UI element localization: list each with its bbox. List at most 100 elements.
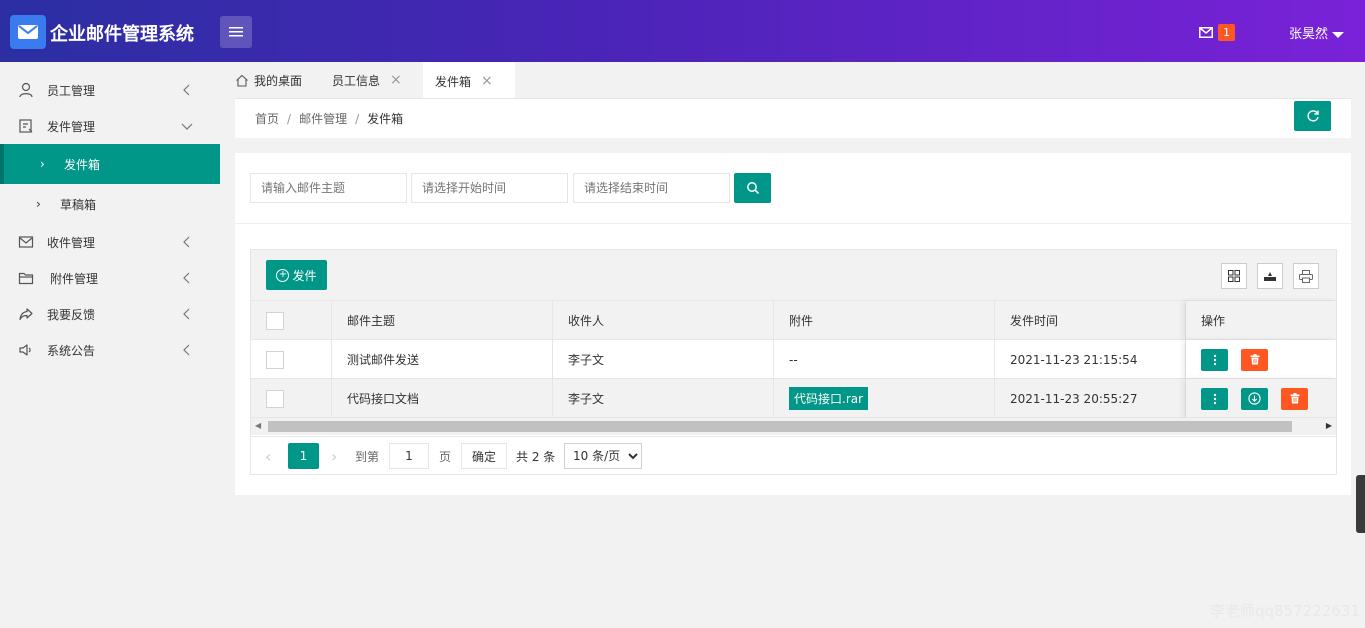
trash-icon [1250, 354, 1259, 365]
start-time-input[interactable] [411, 173, 568, 203]
chevron-right-icon: › [36, 197, 41, 211]
tab-staff-info[interactable]: 员工信息 × [320, 62, 414, 98]
send-time-cell: 2021-11-23 21:15:54 [995, 340, 1186, 379]
sidebar-item-label: 发件管理 [47, 119, 96, 134]
header-recipient[interactable]: 收件人 [553, 301, 774, 340]
folder-icon [18, 272, 34, 285]
detail-button[interactable] [1201, 348, 1228, 371]
export-icon [1264, 272, 1276, 281]
caret-down-icon [1332, 31, 1345, 38]
print-button[interactable] [1293, 263, 1319, 289]
confirm-wrap: 确定 [461, 443, 507, 469]
header-attachment[interactable]: 附件 [774, 301, 995, 340]
menu-toggle-button[interactable] [220, 16, 252, 48]
subject-cell: 代码接口文档 [332, 379, 553, 418]
page-1-button[interactable]: 1 [288, 443, 319, 469]
chevron-left-icon [183, 84, 190, 96]
side-scroll-widget[interactable] [1356, 475, 1365, 533]
chevron-left-icon [183, 272, 190, 284]
sidebar-subitem-outbox[interactable]: › 发件箱 [0, 144, 220, 184]
breadcrumb-separator: / [287, 112, 292, 126]
sidebar-item-feedback[interactable]: 我要反馈 [0, 296, 220, 332]
breadcrumb-section-link[interactable]: 邮件管理 [299, 112, 347, 126]
attachment-download-link[interactable]: 代码接口.rar [789, 387, 869, 410]
next-page-icon[interactable]: › [331, 443, 337, 469]
pagination: ‹ 1 › 到第 页 确定 共 2 条 10 条/页 20 条/页 30 条/页 [251, 436, 1336, 474]
detail-button[interactable] [1201, 387, 1228, 410]
user-menu[interactable]: 张昊然 [1289, 23, 1345, 42]
tab-label: 我的桌面 [254, 73, 303, 88]
user-name-label: 张昊然 [1289, 27, 1329, 42]
delete-button[interactable] [1281, 387, 1308, 410]
breadcrumb-home-link[interactable]: 首页 [255, 112, 279, 126]
subject-search-input[interactable] [250, 173, 407, 203]
scroll-right-arrow-icon[interactable]: ▶ [1326, 421, 1332, 430]
end-time-input[interactable] [573, 173, 730, 203]
subject-cell: 测试邮件发送 [332, 340, 553, 379]
envelope-icon [1199, 27, 1213, 38]
speaker-icon [19, 344, 31, 356]
row-checkbox[interactable] [266, 350, 284, 369]
close-icon[interactable]: × [390, 72, 402, 88]
table-header: 邮件主题 收件人 附件 发件时间 操作 [251, 301, 1336, 340]
breadcrumb: 首页 / 邮件管理 / 发件箱 [255, 110, 403, 127]
header-actions: 操作 [1186, 301, 1336, 340]
mail-notification-button[interactable]: 1 [1199, 24, 1235, 41]
export-button[interactable] [1257, 263, 1283, 289]
tab-bar: 我的桌面 员工信息 × 发件箱 × [220, 62, 1365, 98]
chevron-down-icon [181, 123, 193, 130]
home-icon [236, 74, 248, 87]
select-all-checkbox[interactable] [266, 311, 284, 330]
row-checkbox[interactable] [266, 389, 284, 408]
divider [235, 223, 1351, 224]
download-button[interactable] [1241, 387, 1268, 410]
sidebar-item-label: 收件管理 [47, 235, 96, 250]
content-card: +发件 邮件主题 收件人 附件 发件时间 操作 测试邮件发送 李子文 -- [235, 153, 1351, 495]
chevron-left-icon [183, 308, 190, 320]
attachment-cell: -- [774, 340, 995, 379]
sidebar-item-staff[interactable]: 员工管理 [0, 72, 220, 108]
send-time-cell: 2021-11-23 20:55:27 [995, 379, 1186, 418]
table-row: 测试邮件发送 李子文 -- 2021-11-23 21:15:54 [251, 340, 1336, 379]
refresh-icon [1306, 110, 1319, 122]
hamburger-icon [229, 27, 243, 37]
print-icon [1299, 269, 1313, 283]
sidebar-subitem-label: 发件箱 [64, 157, 101, 172]
recipient-cell: 李子文 [553, 340, 774, 379]
refresh-button[interactable] [1294, 101, 1331, 131]
sidebar-subitem-drafts[interactable]: › 草稿箱 [0, 184, 220, 224]
sidebar-item-label: 系统公告 [47, 343, 96, 358]
horizontal-scrollbar[interactable]: ◀ ▶ [251, 418, 1336, 435]
page-size-select[interactable]: 10 条/页 20 条/页 30 条/页 [564, 443, 642, 469]
sidebar-item-label: 我要反馈 [47, 307, 96, 322]
tab-outbox[interactable]: 发件箱 × [423, 62, 515, 98]
sidebar-item-attachments[interactable]: 附件管理 [0, 260, 220, 296]
page-label: 页 [439, 449, 452, 464]
watermark-text: 李老师qq857222631 [1210, 602, 1360, 620]
delete-button[interactable] [1241, 348, 1268, 371]
compose-button[interactable]: + 发件 [266, 260, 327, 290]
scroll-left-arrow-icon[interactable]: ◀ [255, 421, 261, 430]
chevron-left-icon [183, 344, 190, 356]
scrollbar-thumb[interactable] [268, 421, 1292, 432]
header-send-time[interactable]: 发件时间 [995, 301, 1186, 340]
sidebar-item-outbox-mgmt[interactable]: 发件管理 [0, 108, 220, 144]
recipient-cell: 李子文 [553, 379, 774, 418]
mail-count-badge: 1 [1218, 24, 1235, 41]
prev-page-icon[interactable]: ‹ [265, 443, 271, 469]
sidebar-item-announcements[interactable]: 系统公告 [0, 332, 220, 368]
chevron-right-icon: › [40, 157, 45, 171]
search-icon [746, 182, 759, 195]
sidebar-item-inbox-mgmt[interactable]: 收件管理 [0, 224, 220, 260]
goto-confirm-button[interactable]: 确定 [461, 443, 507, 469]
sidebar-subitem-label: 草稿箱 [60, 197, 97, 212]
tab-desktop[interactable]: 我的桌面 [223, 62, 314, 98]
header-subject[interactable]: 邮件主题 [332, 301, 553, 340]
search-button[interactable] [734, 173, 771, 203]
close-icon[interactable]: × [481, 73, 493, 89]
more-vertical-icon [1213, 393, 1216, 404]
mail-icon [18, 236, 34, 248]
grid-icon [1228, 270, 1240, 282]
column-filter-button[interactable] [1221, 263, 1247, 289]
goto-page-input[interactable] [389, 443, 429, 469]
